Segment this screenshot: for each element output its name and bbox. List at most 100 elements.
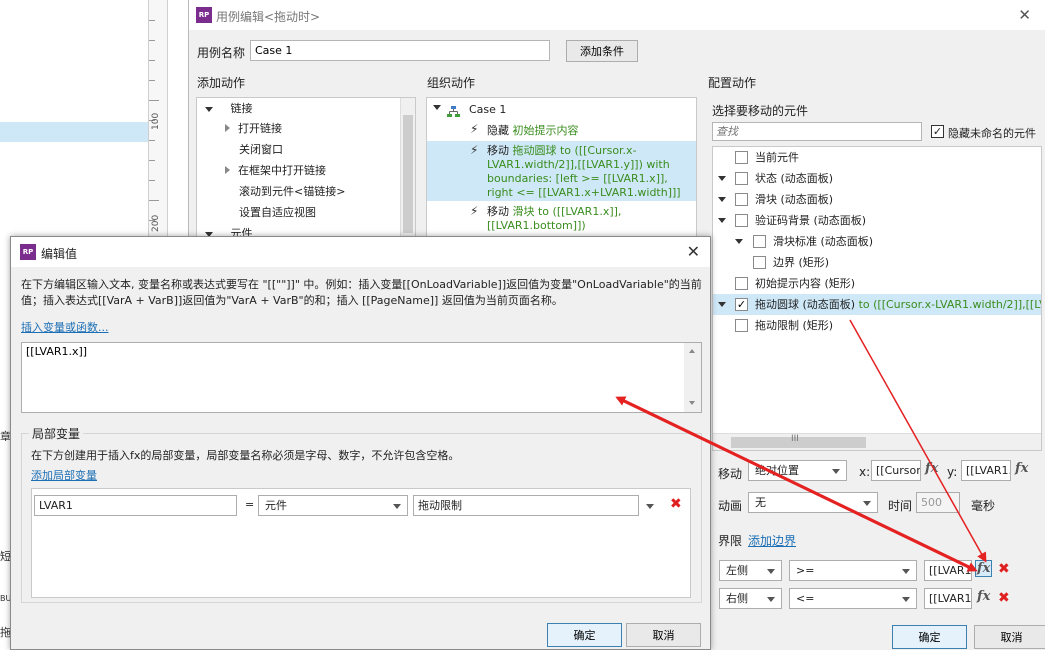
action-row-hide[interactable]: ⚡ 隐藏 初始提示内容: [427, 122, 696, 140]
action-row-move-slider[interactable]: ⚡ 移动 滑块 to ([[LVAR1.x]], [[LVAR1.bottom]…: [427, 203, 696, 236]
insert-variable-link[interactable]: 插入变量或函数...: [21, 319, 109, 335]
y-input[interactable]: [[LVAR1.: [961, 460, 1011, 481]
checkbox-icon[interactable]: [735, 172, 748, 185]
widget-row[interactable]: 滑块 (动态面板): [713, 189, 1041, 210]
checkbox-icon[interactable]: [735, 277, 748, 290]
close-icon[interactable]: ✕: [687, 242, 700, 261]
time-label: 时间: [888, 499, 913, 513]
instructions-text: 在下方编辑区输入文本, 变量名称或表达式要写在 "[[""]]" 中。例如：插入…: [21, 278, 702, 307]
y-label: y:: [947, 465, 958, 479]
bound-operator-select[interactable]: >=: [789, 560, 917, 581]
ms-label: 毫秒: [971, 499, 996, 513]
configure-action-title: 配置动作: [708, 76, 757, 90]
chevron-down-icon: [767, 569, 775, 574]
x-fx-button[interactable]: fx: [925, 461, 938, 476]
widget-tree-hscrollbar[interactable]: III: [713, 433, 1041, 450]
hide-unnamed-checkbox[interactable]: ✓: [931, 125, 944, 138]
variable-name-input[interactable]: LVAR1: [34, 495, 237, 516]
add-local-variable-link[interactable]: 添加局部变量: [31, 467, 97, 483]
checkbox-icon[interactable]: [735, 151, 748, 164]
checkbox-icon[interactable]: [753, 235, 766, 248]
scroll-down-icon[interactable]: [689, 401, 695, 405]
scroll-up-icon[interactable]: [689, 349, 695, 353]
tree-item-open-in-frame[interactable]: 在框架中打开链接: [225, 161, 326, 181]
delete-icon[interactable]: ✖: [670, 496, 682, 512]
bound-fx-button[interactable]: fx: [977, 589, 990, 604]
organize-action-list: Case 1 ⚡ 隐藏 初始提示内容 ⚡ 移动 拖动圆球 to ([[Curso…: [426, 97, 697, 237]
chevron-down-icon: [735, 239, 743, 244]
widget-row[interactable]: 边界 (矩形): [713, 252, 1041, 273]
checkbox-icon[interactable]: [735, 193, 748, 206]
bound-value-input[interactable]: [[LVAR1.: [924, 588, 972, 609]
cancel-button[interactable]: 取消: [626, 623, 701, 647]
chevron-down-icon: [718, 218, 726, 223]
add-bound-link[interactable]: 添加边界: [748, 532, 796, 549]
checkbox-icon[interactable]: [735, 214, 748, 227]
checkbox-icon[interactable]: [753, 256, 766, 269]
chevron-down-icon: [767, 597, 775, 602]
expression-textarea[interactable]: [[LVAR1.x]]: [21, 342, 702, 413]
scrollbar-thumb[interactable]: III: [731, 434, 866, 448]
ruler-label-200: 200: [151, 214, 161, 232]
widget-row[interactable]: 初始提示内容 (矩形): [713, 273, 1041, 294]
tree-group-links[interactable]: 链接: [205, 99, 253, 119]
checkbox-icon[interactable]: ✓: [735, 298, 748, 311]
ok-button[interactable]: 确定: [547, 623, 622, 647]
lightning-icon: ⚡: [470, 204, 479, 218]
animate-select[interactable]: 无: [748, 492, 878, 513]
lightning-icon: ⚡: [470, 143, 479, 157]
ruler-label-100: 100: [151, 112, 161, 130]
widget-search-input[interactable]: [712, 122, 922, 141]
edit-value-dialog: RP 编辑值 ✕ 在下方编辑区输入文本, 变量名称或表达式要写在 "[[""]]…: [10, 236, 711, 650]
network-icon: [447, 106, 460, 117]
case-name-input[interactable]: [250, 40, 550, 61]
chevron-down-icon[interactable]: [646, 504, 654, 509]
variable-type-select[interactable]: 元件: [258, 495, 408, 516]
chevron-down-icon: [902, 569, 910, 574]
widget-row[interactable]: 当前元件: [713, 147, 1041, 168]
scrollbar-thumb[interactable]: [403, 115, 413, 233]
widget-row[interactable]: 状态 (动态面板): [713, 168, 1041, 189]
bound-side-select[interactable]: 左侧: [719, 560, 782, 581]
widget-row[interactable]: 验证码背景 (动态面板): [713, 210, 1041, 231]
checkbox-icon[interactable]: [735, 319, 748, 332]
widget-row[interactable]: 拖动限制 (矩形): [713, 315, 1041, 336]
tree-item-scroll-to-widget[interactable]: 滚动到元件<锚链接>: [239, 182, 345, 202]
x-label: x:: [859, 465, 871, 479]
bound-operator-select[interactable]: <=: [789, 588, 917, 609]
x-input[interactable]: [[Cursor: [871, 460, 921, 481]
case-editor-titlebar: RP 用例编辑<拖动时> ✕: [189, 0, 1045, 30]
action-row-move-ball[interactable]: ⚡ 移动 拖动圆球 to ([[Cursor.x-LVAR1.width/2]]…: [427, 141, 696, 201]
tree-item-close-window[interactable]: 关闭窗口: [239, 140, 283, 160]
add-action-title: 添加动作: [197, 76, 246, 90]
case-name-label: 用例名称: [197, 46, 246, 60]
tree-item-open-link[interactable]: 打开链接: [225, 119, 282, 139]
add-action-tree: 链接 打开链接 关闭窗口 在框架中打开链接 滚动到元件<锚链接> 设置自适应视图…: [196, 97, 416, 237]
chevron-down-icon: [393, 504, 401, 509]
ok-button[interactable]: 确定: [892, 625, 967, 649]
bound-value-input[interactable]: [[LVAR1.: [924, 560, 972, 581]
add-action-scrollbar[interactable]: [400, 98, 415, 236]
y-fx-button[interactable]: fx: [1015, 461, 1028, 476]
animate-label: 动画: [718, 499, 743, 513]
chevron-down-icon: [902, 597, 910, 602]
widget-row-selected[interactable]: ✓ 拖动圆球 (动态面板) to ([[Cursor.x-LVAR1.width…: [713, 294, 1041, 315]
tree-item-set-adaptive-view[interactable]: 设置自适应视图: [239, 203, 316, 223]
add-condition-button[interactable]: 添加条件: [566, 40, 638, 62]
widget-row[interactable]: 滑块标准 (动态面板): [713, 231, 1041, 252]
time-input[interactable]: 500: [916, 492, 960, 513]
move-mode-select[interactable]: 绝对位置: [748, 460, 847, 481]
bound-side-select[interactable]: 右侧: [719, 588, 782, 609]
delete-icon[interactable]: ✖: [998, 590, 1010, 606]
rp-logo-icon: RP: [196, 7, 212, 23]
delete-icon[interactable]: ✖: [998, 561, 1010, 577]
cancel-button[interactable]: 取消: [974, 625, 1045, 649]
bound-fx-button[interactable]: fx: [975, 560, 993, 577]
variable-target-input[interactable]: 拖动限制: [413, 495, 639, 516]
case-row[interactable]: Case 1: [427, 101, 696, 119]
vertical-ruler: 100 200: [148, 0, 168, 240]
equals-sign: =: [245, 498, 255, 511]
chevron-right-icon: [225, 124, 230, 132]
expression-scrollbar[interactable]: [684, 343, 701, 412]
close-icon[interactable]: ✕: [1018, 6, 1031, 24]
